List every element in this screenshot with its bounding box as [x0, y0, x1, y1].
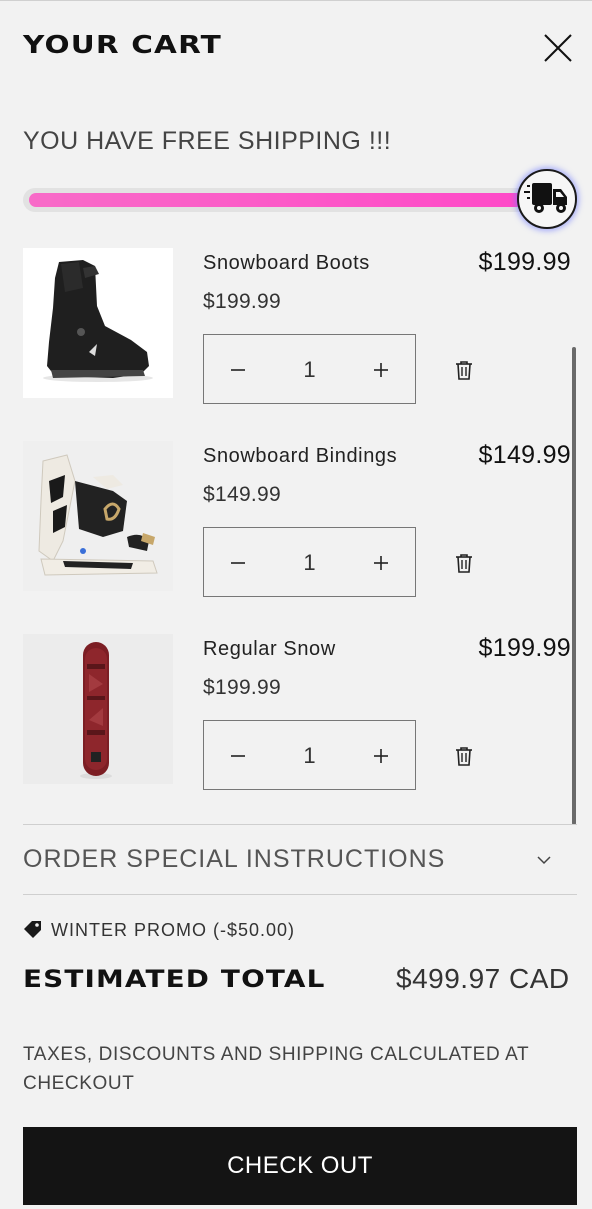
- item-name[interactable]: Snowboard Bindings: [203, 445, 397, 468]
- checkout-button[interactable]: CHECK OUT: [23, 1127, 577, 1205]
- fast-delivery-truck-icon: [524, 183, 567, 213]
- cart-title: YOUR CART: [23, 30, 222, 59]
- item-line-price: $199.99: [478, 634, 571, 662]
- increase-quantity-button[interactable]: [364, 353, 398, 387]
- divider: [23, 894, 577, 895]
- quantity-stepper: 1: [203, 527, 416, 597]
- product-image-snowboard-boots[interactable]: [23, 248, 173, 398]
- chevron-down-icon: [537, 856, 551, 865]
- plus-icon: [374, 363, 388, 377]
- plus-icon: [374, 556, 388, 570]
- cart-item: Snowboard Boots $199.99 $199.99 1: [0, 248, 592, 418]
- remove-item-button[interactable]: [452, 358, 476, 382]
- divider: [23, 824, 577, 825]
- item-unit-price: $199.99: [203, 676, 282, 699]
- product-image-regular-snow[interactable]: [23, 634, 173, 784]
- estimated-total-label: ESTIMATED TOTAL: [23, 965, 326, 993]
- free-shipping-message: YOU HAVE FREE SHIPPING !!!: [23, 127, 392, 155]
- item-name[interactable]: Snowboard Boots: [203, 252, 370, 275]
- top-divider: [0, 0, 592, 1]
- shipping-progress-bar: [23, 188, 553, 212]
- shipping-progress-fill: [29, 193, 539, 207]
- tax-note: TAXES, DISCOUNTS AND SHIPPING CALCULATED…: [23, 1044, 529, 1094]
- cart-item: Snowboard Bindings $149.99 $149.99 1: [0, 441, 592, 611]
- cart-items-scrollbar[interactable]: [572, 347, 576, 825]
- remove-item-button[interactable]: [452, 551, 476, 575]
- cart-item: Regular Snow $199.99 $199.99 1: [0, 634, 592, 804]
- increase-quantity-button[interactable]: [364, 546, 398, 580]
- item-line-price: $199.99: [478, 248, 571, 276]
- close-icon: [544, 34, 572, 62]
- estimated-total-value: $499.97 CAD: [396, 963, 570, 994]
- product-image-snowboard-bindings[interactable]: [23, 441, 173, 591]
- trash-icon: [456, 747, 472, 766]
- tag-icon: [24, 921, 41, 938]
- increase-quantity-button[interactable]: [364, 739, 398, 773]
- item-name[interactable]: Regular Snow: [203, 638, 336, 661]
- shipping-truck-badge: [517, 169, 577, 229]
- trash-icon: [456, 554, 472, 573]
- item-unit-price: $149.99: [203, 483, 282, 506]
- order-instructions-toggle[interactable]: ORDER SPECIAL INSTRUCTIONS: [23, 826, 577, 894]
- promo-label: WINTER PROMO (-$50.00): [51, 920, 296, 940]
- close-button[interactable]: [540, 30, 576, 66]
- item-unit-price: $199.99: [203, 290, 282, 313]
- quantity-stepper: 1: [203, 334, 416, 404]
- remove-item-button[interactable]: [452, 744, 476, 768]
- trash-icon: [456, 361, 472, 380]
- quantity-stepper: 1: [203, 720, 416, 790]
- plus-icon: [374, 749, 388, 763]
- order-instructions-label: ORDER SPECIAL INSTRUCTIONS: [23, 845, 446, 873]
- item-line-price: $149.99: [478, 441, 571, 469]
